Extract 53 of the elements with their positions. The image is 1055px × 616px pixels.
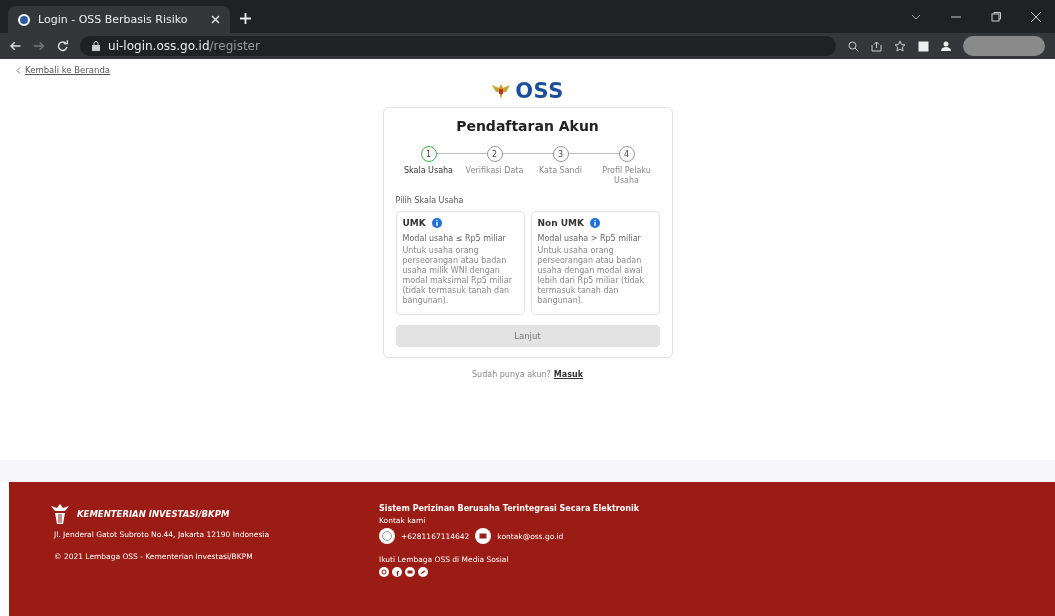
back-link[interactable]: Kembali ke Beranda <box>25 65 110 75</box>
youtube-icon[interactable] <box>405 567 415 577</box>
section-label: Pilih Skala Usaha <box>395 196 465 205</box>
option-description: Untuk usaha orang perseorangan atau badan usaha dengan modal awal lebih dari Rp5 miliar (tidak termasuk tanah dan bangunan). <box>537 246 646 306</box>
star-icon[interactable] <box>894 40 906 52</box>
facebook-icon[interactable] <box>392 567 402 577</box>
ministry-logo-icon <box>49 504 71 524</box>
instagram-icon[interactable] <box>379 567 389 577</box>
profile-pill[interactable] <box>963 36 1045 56</box>
step-label: Skala Usaha <box>403 166 453 176</box>
chevron-down-icon[interactable] <box>911 13 921 20</box>
minimize-icon[interactable] <box>951 15 961 18</box>
step-number: 1 <box>420 146 437 162</box>
step-label: Profil Pelaku Usaha <box>601 166 652 186</box>
restore-icon[interactable] <box>991 11 1001 22</box>
system-name: Sistem Perizinan Berusaha Terintegrasi Secara Elektronik <box>379 504 640 513</box>
browser-tab[interactable]: Login - OSS Berbasis Risiko <box>8 6 230 33</box>
step-number: 3 <box>552 146 569 162</box>
step-number: 4 <box>618 146 635 162</box>
option-title: Non UMK <box>537 218 584 228</box>
whatsapp-icon[interactable] <box>379 528 395 544</box>
address-bar[interactable]: ui-login.oss.go.id/register <box>80 36 836 56</box>
zoom-icon[interactable] <box>848 40 859 52</box>
profile-icon[interactable] <box>941 41 951 51</box>
ministry-name: KEMENTERIAN INVESTASI/BKPM <box>77 509 230 519</box>
option-description: Untuk usaha orang perseorangan atau badan usaha milik WNI dengan modal maksimal Rp5 miliar (tidak termasuk tanah dan bangunan). <box>402 246 514 306</box>
option-card[interactable]: Non UMK Modal usaha > Rp5 miliar Untuk usaha orang perseorangan atau badan usaha dengan modal awal lebih dari Rp5 miliar (tidak termasuk tanah dan bangunan). <box>530 211 660 315</box>
card-title: Pendaftaran Akun <box>455 118 600 134</box>
option-title: UMK <box>402 218 426 228</box>
side-panel-icon[interactable] <box>918 40 929 52</box>
step-label: Verifikasi Data <box>465 166 524 176</box>
share-icon[interactable] <box>871 40 882 52</box>
garuda-icon <box>491 82 512 100</box>
chevron-left-icon <box>16 66 21 74</box>
info-icon[interactable] <box>590 218 600 228</box>
back-arrow-icon[interactable] <box>10 41 22 51</box>
option-subtitle: Modal usaha ≤ Rp5 miliar <box>402 234 507 243</box>
step-number: 2 <box>486 146 503 162</box>
lock-icon <box>92 41 101 51</box>
close-icon[interactable] <box>1031 11 1041 22</box>
login-link[interactable]: Masuk <box>553 370 583 379</box>
reload-icon[interactable] <box>56 40 69 52</box>
oss-logo: OSS <box>491 79 564 103</box>
login-prompt: Sudah punya akun? <box>472 370 551 379</box>
close-icon[interactable] <box>211 15 220 24</box>
option-card[interactable]: UMK Modal usaha ≤ Rp5 miliar Untuk usaha orang perseorangan atau badan usaha milik WNI dengan modal maksimal Rp5 miliar (tidak termasuk tanah dan bangunan). <box>395 211 525 315</box>
mail-icon[interactable] <box>475 528 492 544</box>
new-tab-icon[interactable] <box>240 13 251 24</box>
site-icon <box>18 13 30 26</box>
info-icon[interactable] <box>431 218 442 228</box>
forward-arrow-icon[interactable] <box>33 41 45 51</box>
option-subtitle: Modal usaha > Rp5 miliar <box>537 234 642 243</box>
step-label: Kata Sandi <box>539 166 582 176</box>
